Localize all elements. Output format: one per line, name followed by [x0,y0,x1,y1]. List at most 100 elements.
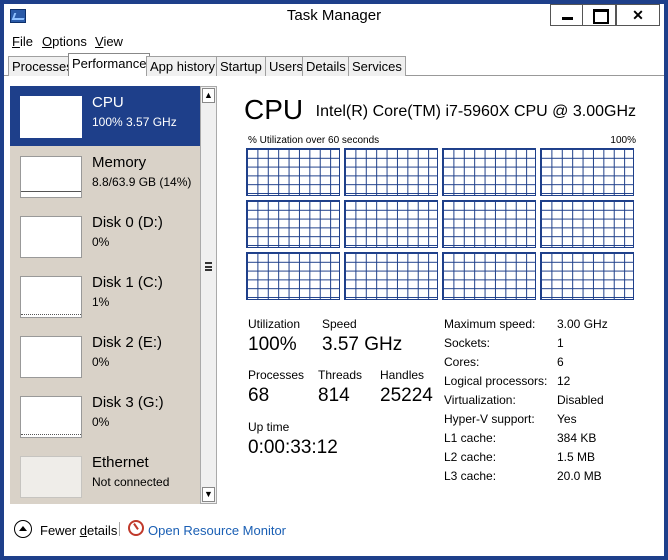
tab-strip: Processes Performance App history Startu… [4,52,664,76]
logical-processor-graph [246,200,340,248]
scroll-up-button[interactable]: ▲ [202,88,215,103]
logical-processor-graph [442,200,536,248]
collapse-chevron-icon[interactable] [14,520,32,538]
uptime-value: 0:00:33:12 [248,437,338,458]
memory-thumbnail-graph [20,156,82,198]
resource-detail: 8.8/63.9 GB (14%) [92,175,192,189]
menu-view[interactable]: View [95,34,123,49]
tab-processes[interactable]: Processes [8,56,77,76]
logical-processor-graph [344,252,438,300]
speed-label: Speed [322,317,357,331]
resource-detail: 0% [92,415,110,429]
logical-processor-graph [540,148,634,196]
handles-label: Handles [380,368,425,382]
resource-item-ethernet[interactable]: Ethernet Not connected [10,446,200,504]
info-label: Virtualization: [444,393,516,407]
menu-bar: File Options View [4,30,664,52]
resource-item-disk0[interactable]: Disk 0 (D:) 0% [10,206,200,266]
maximize-button[interactable] [582,4,616,26]
fewer-details-link[interactable]: Fewer details [40,523,117,538]
info-value: 1 [557,336,564,350]
logical-processor-graph [246,252,340,300]
info-value: 6 [557,355,564,369]
graph-max-label: 100% [610,135,636,146]
resource-item-memory[interactable]: Memory 8.8/63.9 GB (14%) [10,146,200,206]
logical-processor-graph [442,252,536,300]
menu-file[interactable]: File [12,34,33,49]
task-manager-window: Task Manager ✕ File Options View Process… [0,0,668,560]
info-value: 1.5 MB [557,450,596,464]
info-value: 20.0 MB [557,469,602,483]
scroll-down-button[interactable]: ▼ [202,487,215,502]
info-label: L2 cache: [444,450,497,464]
cpu-model-name: Intel(R) Core(TM) i7-5960X CPU @ 3.00GHz [315,103,636,120]
resource-item-cpu[interactable]: CPU 100% 3.57 GHz [10,86,200,146]
logical-processor-graphs [246,148,636,300]
tab-app-history[interactable]: App history [146,56,220,76]
minimize-button[interactable] [550,4,584,26]
tab-details[interactable]: Details [302,56,350,76]
tab-startup[interactable]: Startup [216,56,266,76]
resource-list: CPU 100% 3.57 GHz Memory 8.8/63.9 GB (14… [10,86,200,504]
resource-name: Disk 3 (G:) [92,394,164,411]
tab-services[interactable]: Services [348,56,406,76]
disk0-thumbnail-graph [20,216,82,258]
logical-processor-graph [246,148,340,196]
open-resource-monitor-link[interactable]: Open Resource Monitor [148,523,286,538]
info-label: L3 cache: [444,469,497,483]
logical-processor-graph [344,200,438,248]
title-bar[interactable]: Task Manager ✕ [0,0,668,30]
utilization-value: 100% [248,334,297,355]
scroll-thumb-grip-icon[interactable] [205,262,212,271]
resource-name: Ethernet [92,454,149,471]
disk1-thumbnail-graph [20,276,82,318]
menu-options[interactable]: Options [42,34,87,49]
footer-bar: Fewer details Open Resource Monitor [4,512,664,556]
client-area: File Options View Processes Performance … [4,30,664,556]
cpu-detail-pane: CPU Intel(R) Core(TM) i7-5960X CPU @ 3.0… [226,76,664,512]
disk2-thumbnail-graph [20,336,82,378]
threads-label: Threads [318,368,363,382]
resource-detail: 1% [92,295,110,309]
resource-name: Disk 1 (C:) [92,274,163,291]
resource-name: Disk 2 (E:) [92,334,163,351]
speed-value: 3.57 GHz [322,334,403,355]
logical-processor-graph [540,200,634,248]
info-label: Sockets: [444,336,491,350]
cpu-thumbnail-graph [20,96,82,138]
resource-monitor-icon[interactable] [128,520,144,536]
resource-list-scrollbar[interactable]: ▲ ▼ [200,86,217,504]
info-value: 12 [557,374,571,388]
ethernet-thumbnail-graph [20,456,82,498]
utilization-label: Utilization [248,317,301,331]
processes-value: 68 [248,385,270,406]
processes-label: Processes [248,368,305,382]
close-button[interactable]: ✕ [616,4,660,26]
resource-detail: Not connected [92,475,170,489]
logical-processor-graph [344,148,438,196]
logical-processor-graph [540,252,634,300]
info-label: Cores: [444,355,480,369]
logical-processor-graph [442,148,536,196]
info-label: Logical processors: [444,374,548,388]
performance-content: CPU 100% 3.57 GHz Memory 8.8/63.9 GB (14… [4,76,664,512]
resource-item-disk2[interactable]: Disk 2 (E:) 0% [10,326,200,386]
resource-detail: 0% [92,235,110,249]
info-label: L1 cache: [444,431,497,445]
cpu-title: CPU [244,94,304,125]
handles-value: 25224 [380,385,433,406]
tab-performance[interactable]: Performance [68,53,151,76]
tab-users[interactable]: Users [265,56,307,76]
resource-item-disk1[interactable]: Disk 1 (C:) 1% [10,266,200,326]
resource-detail: 0% [92,355,110,369]
info-value: 384 KB [557,431,597,445]
info-value: 3.00 GHz [557,317,608,331]
resource-name: Disk 0 (D:) [92,214,163,231]
resource-name: Memory [92,154,147,171]
info-label: Hyper-V support: [444,412,535,426]
graph-caption: % Utilization over 60 seconds [248,135,380,146]
info-value: Yes [557,412,577,426]
disk3-thumbnail-graph [20,396,82,438]
resource-item-disk3[interactable]: Disk 3 (G:) 0% [10,386,200,446]
info-value: Disabled [557,393,604,407]
